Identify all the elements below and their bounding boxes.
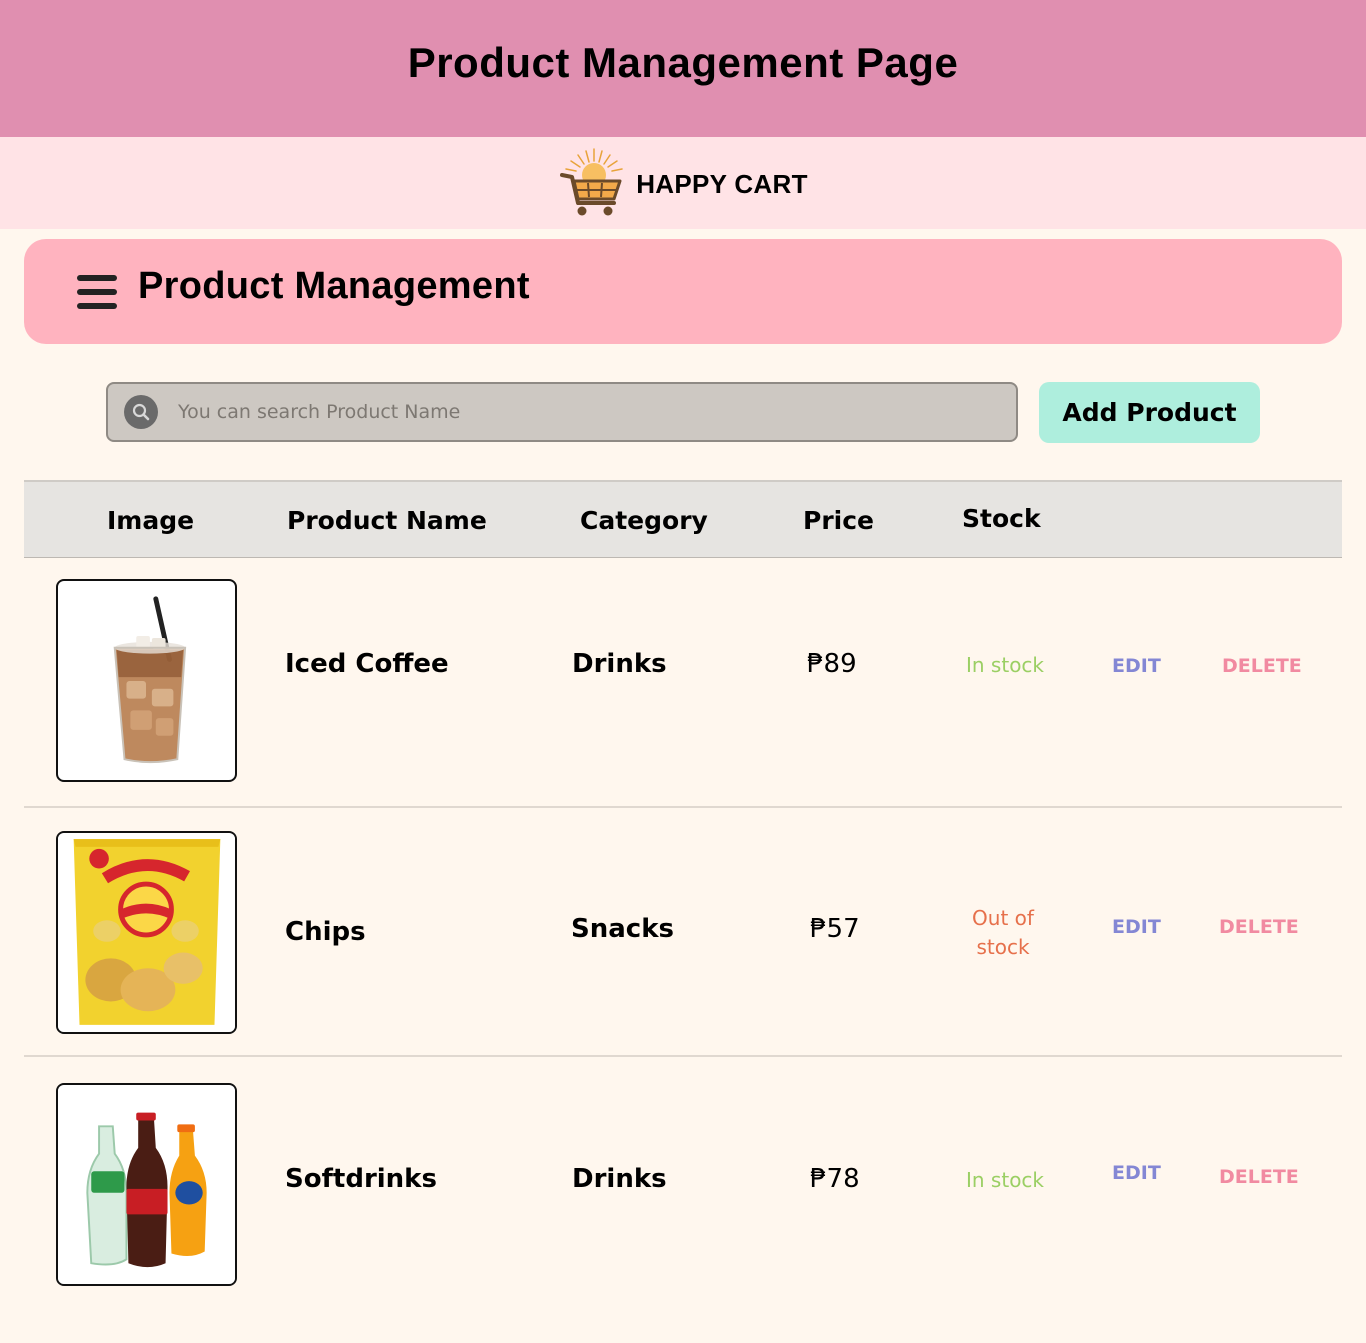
column-header-price: Price [803, 506, 874, 535]
column-header-stock: Stock [962, 504, 1041, 533]
add-product-button[interactable]: Add Product [1039, 382, 1260, 443]
section-title: Product Management [138, 265, 530, 307]
column-header-category: Category [580, 506, 708, 535]
product-category: Drinks [572, 649, 667, 679]
column-header-image: Image [107, 506, 195, 535]
product-name: Iced Coffee [285, 649, 449, 679]
search-bar [106, 382, 1018, 442]
delete-button[interactable]: DELETE [1222, 655, 1302, 677]
product-image-chips [56, 831, 237, 1034]
stock-status: Out of stock [972, 906, 1034, 959]
product-image-softdrinks [56, 1083, 237, 1286]
product-name: Chips [285, 917, 366, 947]
column-header-product-name: Product Name [287, 506, 487, 535]
product-price: ₱78 [810, 1164, 860, 1194]
delete-button[interactable]: DELETE [1219, 916, 1299, 938]
brand-bar: HAPPY CART [0, 137, 1366, 229]
row-divider [24, 806, 1342, 808]
stock-status: In stock [966, 1168, 1045, 1192]
product-image-iced-coffee [56, 579, 237, 782]
search-icon[interactable] [124, 395, 158, 429]
delete-button[interactable]: DELETE [1219, 1166, 1299, 1188]
product-price: ₱57 [810, 914, 860, 944]
shopping-cart-icon [560, 148, 623, 216]
edit-button[interactable]: EDIT [1112, 916, 1161, 938]
top-bar: Product Management Page [0, 0, 1366, 137]
table-header: Image Product Name Category Price Stock [24, 480, 1342, 558]
product-price: ₱89 [807, 649, 857, 679]
hamburger-menu-icon[interactable] [77, 274, 117, 309]
brand-logo-group[interactable]: HAPPY CART [558, 145, 808, 221]
page-title: Product Management Page [407, 38, 959, 86]
search-input[interactable] [178, 401, 978, 423]
product-name: Softdrinks [285, 1164, 437, 1194]
stock-status: In stock [966, 653, 1045, 677]
edit-button[interactable]: EDIT [1112, 1162, 1161, 1184]
row-divider [24, 1055, 1342, 1057]
product-category: Drinks [572, 1164, 667, 1194]
brand-name: HAPPY CART [636, 168, 808, 199]
product-category: Snacks [571, 914, 674, 944]
edit-button[interactable]: EDIT [1112, 655, 1161, 677]
section-header: Product Management [24, 239, 1342, 344]
